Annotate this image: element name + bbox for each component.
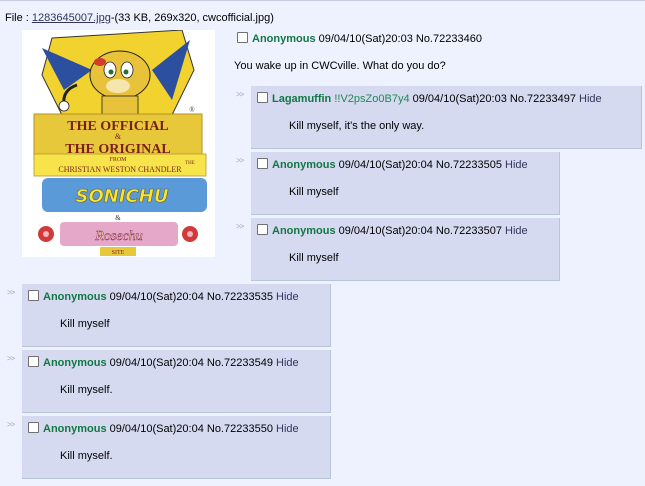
reply-post-number[interactable]: No.72233535 <box>207 291 273 303</box>
top-divider <box>0 0 645 1</box>
reply-message: Kill myself <box>289 186 339 198</box>
reply-post-number[interactable]: No.72233549 <box>207 357 273 369</box>
reply-datetime: 09/04/10(Sat)20:04 <box>109 423 204 435</box>
reply-header: Anonymous 09/04/10(Sat)20:04 No.72233550… <box>28 422 299 435</box>
thumbnail-artwork: THE OFFICIAL & THE ORIGINAL ® FROM CHRIS… <box>33 30 207 256</box>
thumb-site: SITE <box>112 250 125 256</box>
reply-post: Lagamuffin !!V2psZo0B7y4 09/04/10(Sat)20… <box>251 86 642 149</box>
reply-datetime: 09/04/10(Sat)20:04 <box>109 357 204 369</box>
reply-arrows: >> <box>7 288 15 297</box>
reply-delete-checkbox[interactable] <box>257 224 268 235</box>
reply-message: Kill myself. <box>60 384 113 396</box>
file-link[interactable]: 1283645007.jpg <box>32 12 111 24</box>
reply-post: Anonymous 09/04/10(Sat)20:04 No.72233507… <box>251 218 560 281</box>
thumb-reg: ® <box>189 106 195 114</box>
reply-hide-link[interactable]: Hide <box>276 291 299 303</box>
reply-poster-name: Anonymous <box>272 159 336 171</box>
reply-header: Lagamuffin !!V2psZo0B7y4 09/04/10(Sat)20… <box>257 92 602 105</box>
reply-header: Anonymous 09/04/10(Sat)20:04 No.72233505… <box>257 158 528 171</box>
reply-post-number[interactable]: No.72233507 <box>436 225 502 237</box>
reply-post: Anonymous 09/04/10(Sat)20:04 No.72233550… <box>22 416 331 479</box>
reply-poster-name: Anonymous <box>272 225 336 237</box>
op-datetime: 09/04/10(Sat)20:03 <box>318 33 413 45</box>
reply-arrows: >> <box>236 156 244 165</box>
op-post-number[interactable]: No.72233460 <box>416 33 482 45</box>
reply-header: Anonymous 09/04/10(Sat)20:04 No.72233549… <box>28 356 299 369</box>
reply-header: Anonymous 09/04/10(Sat)20:04 No.72233535… <box>28 290 299 303</box>
op-post-header: Anonymous 09/04/10(Sat)20:03 No.72233460 <box>237 32 482 45</box>
thumb-sonichu: SONICHU <box>76 186 169 207</box>
reply-datetime: 09/04/10(Sat)20:04 <box>109 291 204 303</box>
reply-post-number[interactable]: No.72233497 <box>510 93 576 105</box>
reply-hide-link[interactable]: Hide <box>276 357 299 369</box>
reply-delete-checkbox[interactable] <box>28 356 39 367</box>
reply-message: Kill myself <box>289 252 339 264</box>
thumb-amp2: & <box>115 214 121 222</box>
reply-hide-link[interactable]: Hide <box>505 225 528 237</box>
thumb-amp1: & <box>115 132 122 141</box>
reply-message: Kill myself, it's the only way. <box>289 120 425 132</box>
thread-image-thumbnail[interactable]: THE OFFICIAL & THE ORIGINAL ® FROM CHRIS… <box>22 30 215 257</box>
reply-datetime: 09/04/10(Sat)20:04 <box>338 159 433 171</box>
reply-delete-checkbox[interactable] <box>28 290 39 301</box>
reply-delete-checkbox[interactable] <box>257 92 268 103</box>
reply-header: Anonymous 09/04/10(Sat)20:04 No.72233507… <box>257 224 528 237</box>
reply-hide-link[interactable]: Hide <box>276 423 299 435</box>
reply-post-number[interactable]: No.72233550 <box>207 423 273 435</box>
thumb-rosechu: Rosechu <box>94 229 142 244</box>
thumb-author: CHRISTIAN WESTON CHANDLER <box>58 165 182 174</box>
reply-post: Anonymous 09/04/10(Sat)20:04 No.72233505… <box>251 152 560 215</box>
reply-tripcode: !!V2psZo0B7y4 <box>334 93 410 105</box>
reply-delete-checkbox[interactable] <box>257 158 268 169</box>
reply-poster-name: Anonymous <box>43 291 107 303</box>
reply-message: Kill myself <box>60 318 110 330</box>
reply-hide-link[interactable]: Hide <box>579 93 602 105</box>
file-info: File : 1283645007.jpg-(33 KB, 269x320, c… <box>5 12 274 24</box>
thumb-the: THE <box>185 161 195 166</box>
reply-datetime: 09/04/10(Sat)20:03 <box>412 93 507 105</box>
reply-post: Anonymous 09/04/10(Sat)20:04 No.72233535… <box>22 284 331 347</box>
op-message: You wake up in CWCville. What do you do? <box>234 60 446 72</box>
op-delete-checkbox[interactable] <box>237 32 248 43</box>
reply-delete-checkbox[interactable] <box>28 422 39 433</box>
reply-arrows: >> <box>7 420 15 429</box>
reply-post: Anonymous 09/04/10(Sat)20:04 No.72233549… <box>22 350 331 413</box>
reply-arrows: >> <box>236 90 244 99</box>
file-info-prefix: File : <box>5 12 32 24</box>
reply-poster-name: Anonymous <box>43 423 107 435</box>
reply-message: Kill myself. <box>60 450 113 462</box>
reply-poster-name: Lagamuffin <box>272 93 332 105</box>
reply-post-number[interactable]: No.72233505 <box>436 159 502 171</box>
op-poster-name: Anonymous <box>252 33 316 45</box>
thumb-from: FROM <box>109 157 127 163</box>
reply-poster-name: Anonymous <box>43 357 107 369</box>
reply-datetime: 09/04/10(Sat)20:04 <box>338 225 433 237</box>
reply-arrows: >> <box>236 222 244 231</box>
reply-hide-link[interactable]: Hide <box>505 159 528 171</box>
file-details: -(33 KB, 269x320, cwcofficial.jpg) <box>110 12 274 24</box>
reply-arrows: >> <box>7 354 15 363</box>
